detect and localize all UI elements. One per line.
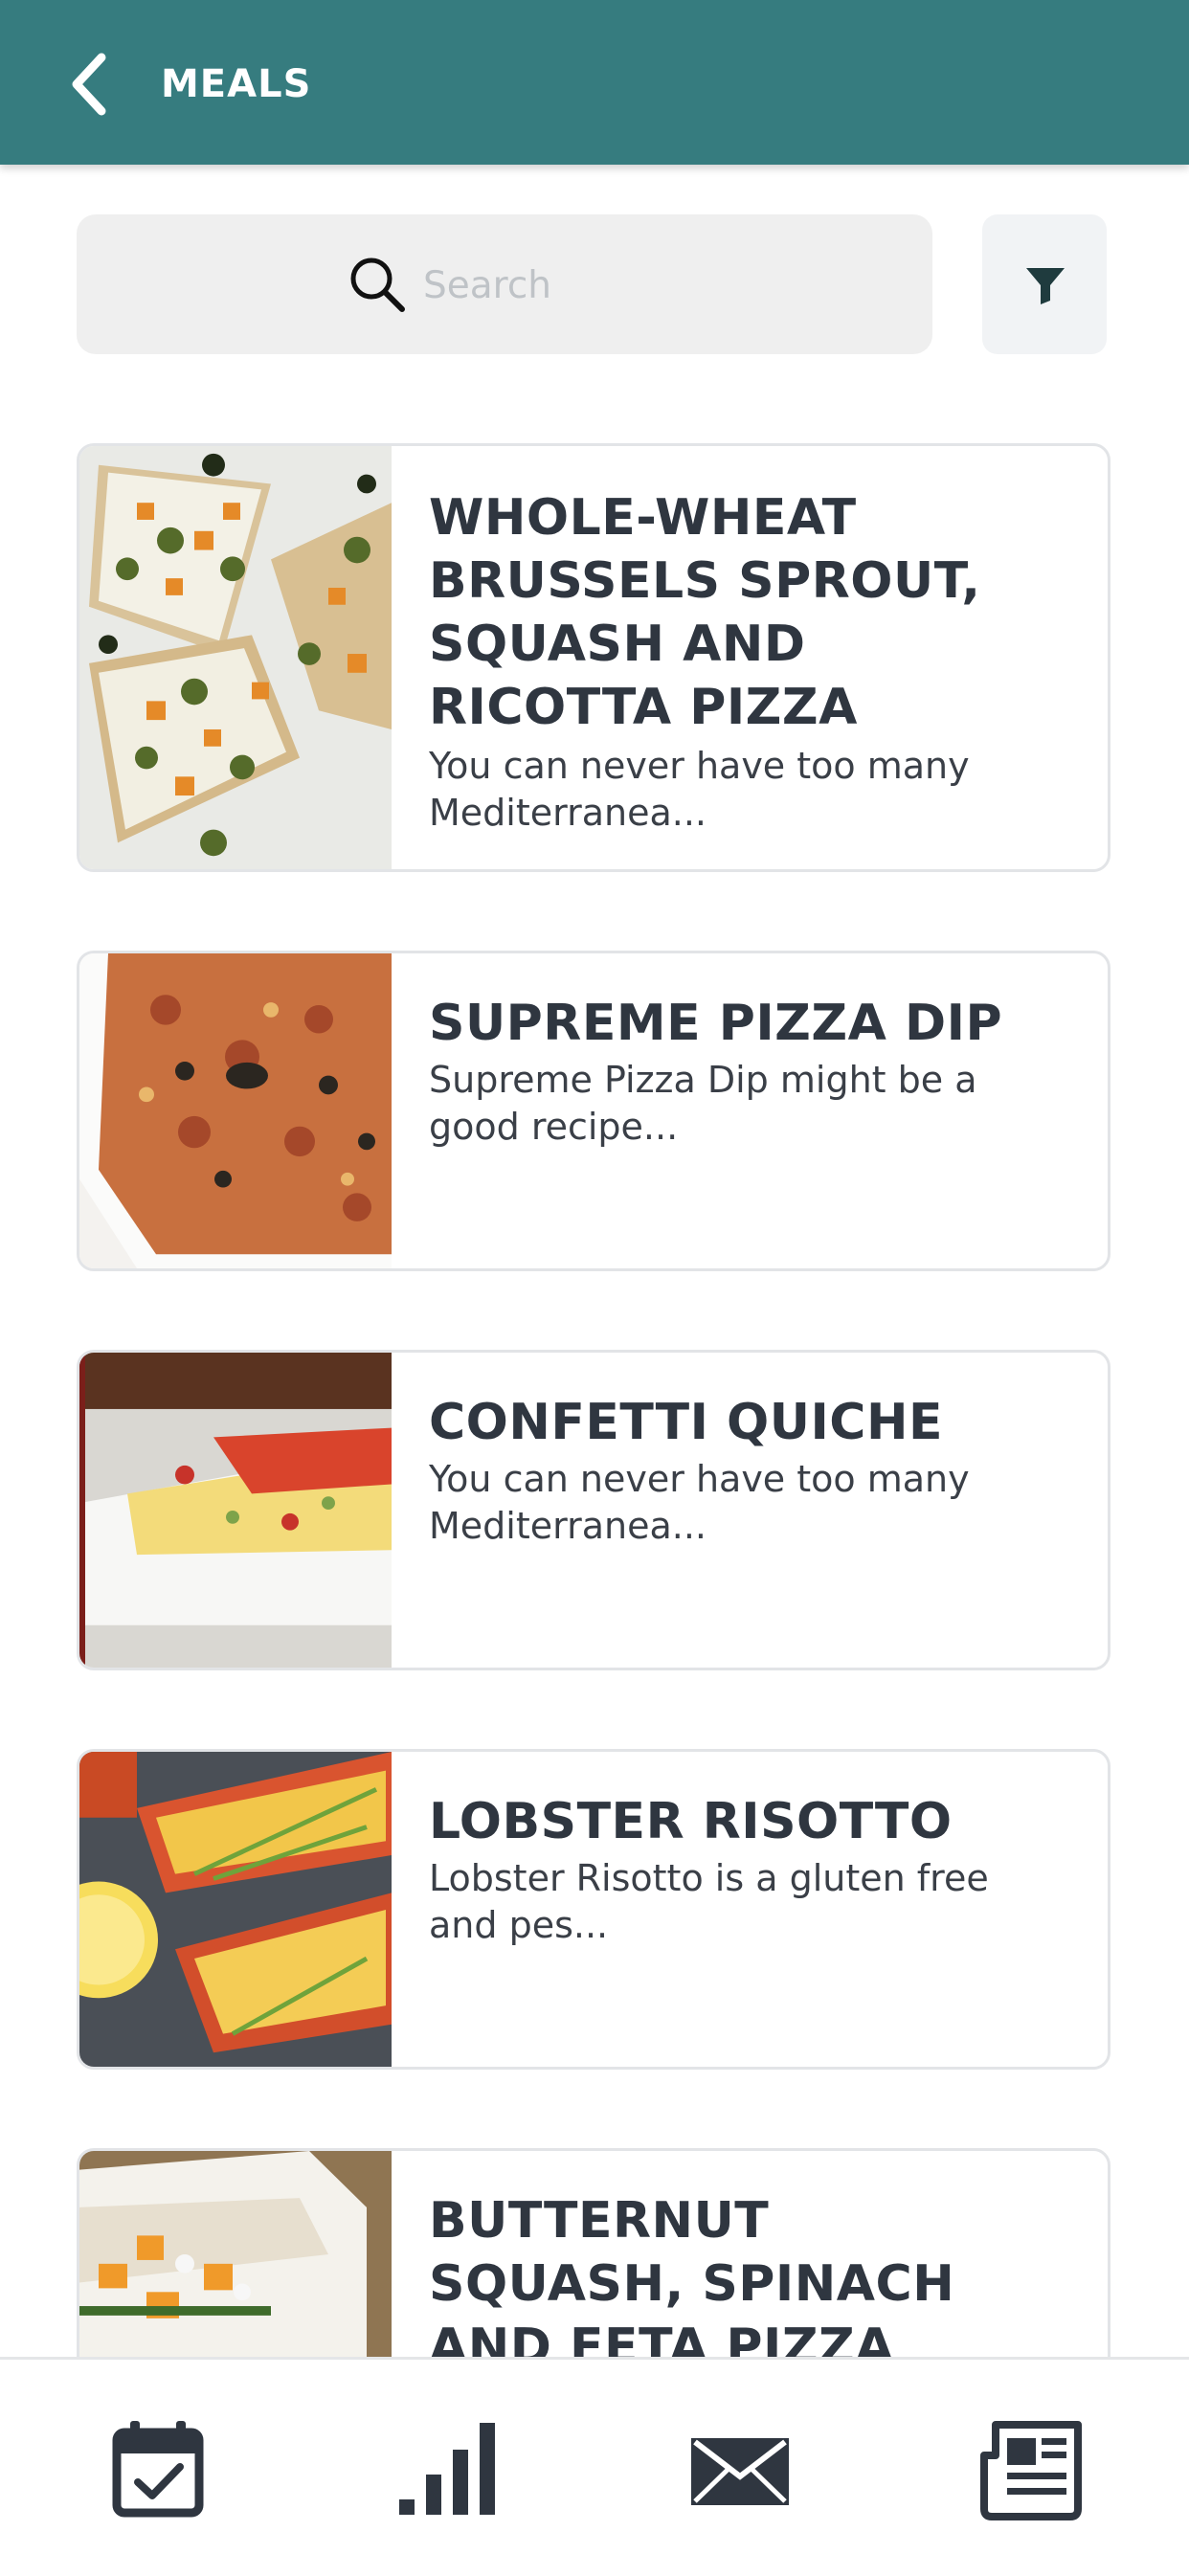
- meal-title: CONFETTI QUICHE: [429, 1394, 943, 1451]
- chevron-left-icon: [72, 53, 106, 116]
- meal-description: You can never have too many Mediterranea…: [429, 1458, 970, 1547]
- meal-description: You can never have too many Mediterranea…: [429, 745, 970, 834]
- meal-image: [79, 953, 392, 1268]
- calendar-check-icon: [112, 2421, 204, 2518]
- meal-card[interactable]: CONFETTI QUICHE You can never have too m…: [77, 1350, 1110, 1670]
- meal-image: [79, 446, 392, 869]
- filter-button[interactable]: [982, 214, 1107, 354]
- meal-title: SUPREME PIZZA DIP: [429, 995, 1003, 1052]
- newspaper-icon: [980, 2421, 1082, 2520]
- search-input[interactable]: [421, 251, 885, 320]
- nav-news[interactable]: [978, 2417, 1084, 2522]
- mail-icon: [691, 2438, 789, 2505]
- bottom-navigation: [0, 2357, 1189, 2576]
- meal-image: [79, 1353, 392, 1668]
- meal-image: [79, 1752, 392, 2067]
- meal-card[interactable]: LOBSTER RISOTTO Lobster Risotto is a glu…: [77, 1749, 1110, 2070]
- bar-chart-icon: [399, 2423, 495, 2515]
- meal-title: BUTTERNUT SQUASH, SPINACH AND FETA PIZZA: [429, 2192, 955, 2376]
- nav-messages[interactable]: [687, 2417, 793, 2522]
- nav-calendar[interactable]: [105, 2417, 211, 2522]
- search-icon: [350, 258, 405, 312]
- meal-card[interactable]: WHOLE-WHEAT BRUSSELS SPROUT, SQUASH AND …: [77, 443, 1110, 872]
- search-bar[interactable]: [77, 214, 932, 354]
- meal-description: Lobster Risotto is a gluten free and pes…: [429, 1857, 989, 1946]
- back-button[interactable]: [59, 48, 121, 121]
- meal-card[interactable]: SUPREME PIZZA DIP Supreme Pizza Dip migh…: [77, 951, 1110, 1271]
- nav-stats[interactable]: [395, 2417, 501, 2522]
- page-title: MEALS: [161, 62, 312, 106]
- app-header: MEALS: [0, 0, 1189, 165]
- meal-title: WHOLE-WHEAT BRUSSELS SPROUT, SQUASH AND …: [429, 489, 981, 736]
- meal-description: Supreme Pizza Dip might be a good recipe…: [429, 1059, 977, 1148]
- meal-title: LOBSTER RISOTTO: [429, 1793, 953, 1850]
- filter-icon: [1026, 268, 1065, 304]
